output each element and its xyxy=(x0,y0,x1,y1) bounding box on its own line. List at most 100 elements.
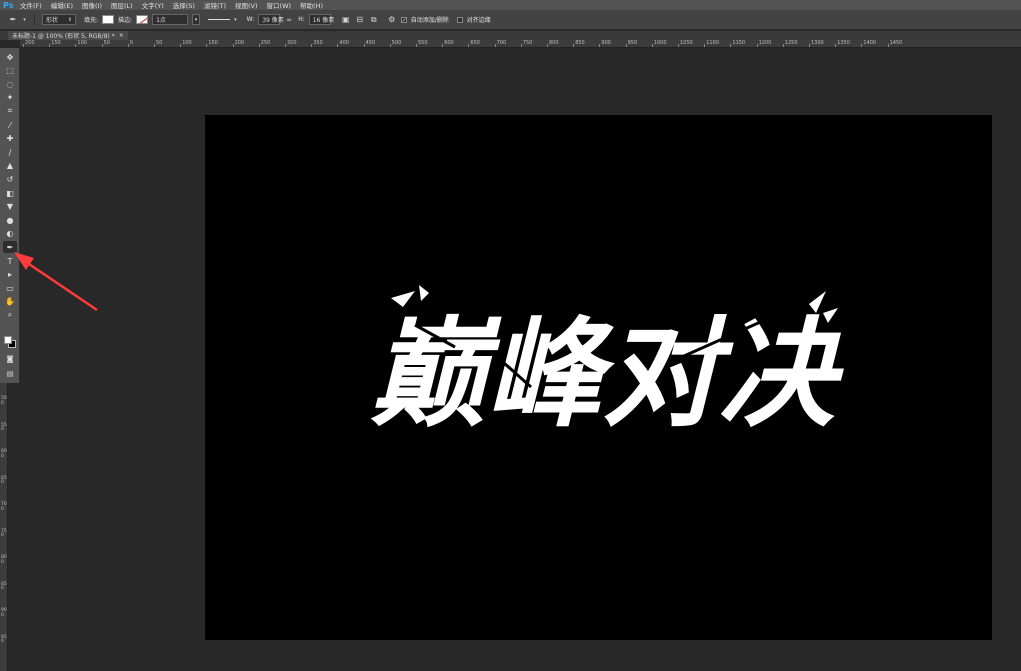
stroke-type-select[interactable] xyxy=(208,15,231,24)
ruler-label: 100 xyxy=(77,40,87,46)
menu-help[interactable]: 帮助(H) xyxy=(300,0,323,10)
mode-select[interactable]: 形状 ⇕ xyxy=(42,14,76,25)
stroke-width-dropdown[interactable]: ▾ xyxy=(192,14,201,25)
ruler-tick xyxy=(416,44,417,47)
ruler-tick xyxy=(363,44,365,47)
vertical-ruler[interactable]: 500 550 600 650 700 750 800 850 900 950 xyxy=(0,383,8,671)
ruler-label: 900 xyxy=(1,608,7,618)
move-tool-icon[interactable]: ✥ xyxy=(3,51,17,63)
updown-icon: ⇕ xyxy=(67,16,72,23)
ruler-tick xyxy=(23,44,24,47)
eraser-tool-icon[interactable]: ◧ xyxy=(3,187,17,199)
menu-select[interactable]: 选择(S) xyxy=(173,0,195,10)
horizontal-ruler[interactable]: 200 150 100 50 0 50 100 150 200 250 300 350 400 450 50… xyxy=(20,40,1021,48)
ruler-tick xyxy=(258,44,260,47)
ruler-label: 1400 xyxy=(863,40,877,46)
shard-shape xyxy=(419,285,429,301)
menu-edit[interactable]: 编辑(E) xyxy=(51,0,73,10)
document-tab[interactable]: 未标题-1 @ 100% (形状 5, RGB/8) * × xyxy=(8,31,128,40)
ruler-tick xyxy=(468,44,470,47)
crop-tool-icon[interactable]: ⌗ xyxy=(3,105,17,117)
screen-mode-icon[interactable]: ▤ xyxy=(3,368,17,380)
ruler-label: 500 xyxy=(1,396,7,406)
rectangle-tool-icon[interactable]: ▭ xyxy=(3,282,17,294)
ruler-tick xyxy=(101,44,103,47)
ruler-label: 750 xyxy=(522,40,533,46)
ruler-tick xyxy=(389,44,391,47)
align-edges-label: 对齐边缘 xyxy=(466,17,491,24)
separator xyxy=(34,13,35,26)
ruler-tick xyxy=(311,44,313,47)
fill-swatch[interactable] xyxy=(102,15,115,24)
menu-layer[interactable]: 图层(L) xyxy=(111,0,133,10)
ruler-tick xyxy=(154,44,155,47)
ruler-label: 550 xyxy=(1,422,7,432)
clone-stamp-tool-icon[interactable]: ▲ xyxy=(3,160,17,172)
stroke-label: 描边: xyxy=(118,17,133,24)
path-operations-icon[interactable]: ▣ xyxy=(341,15,351,25)
options-bar: ✒ ▾ 形状 ⇕ 填充: 描边: 1点 ▾ ▾ W: 39 像素 ∞ H: 16… xyxy=(0,10,1021,30)
ruler-label: 200 xyxy=(234,40,245,46)
ruler-label: 950 xyxy=(627,40,638,46)
blur-tool-icon[interactable]: ● xyxy=(3,214,17,226)
ruler-tick xyxy=(494,44,496,47)
spot-healing-tool-icon[interactable]: ✚ xyxy=(3,133,17,145)
fill-label: 填充: xyxy=(84,17,99,24)
ruler-label: 650 xyxy=(470,40,480,46)
path-arrangement-icon[interactable]: ⧉ xyxy=(369,15,379,25)
menu-image[interactable]: 图像(I) xyxy=(82,0,102,10)
menu-filter[interactable]: 滤镜(T) xyxy=(204,0,226,10)
path-alignment-icon[interactable]: ⊟ xyxy=(355,15,365,25)
type-tool-icon[interactable]: T xyxy=(3,255,17,267)
stroke-width-input[interactable]: 1点 xyxy=(152,14,189,25)
ruler-tick xyxy=(49,44,51,47)
lasso-tool-icon[interactable]: ◌ xyxy=(3,78,17,90)
menu-window[interactable]: 窗口(W) xyxy=(267,0,292,10)
ruler-label: 1200 xyxy=(758,40,772,46)
pen-tool-icon[interactable]: ✒ xyxy=(3,241,17,254)
ruler-label: 350 xyxy=(313,40,323,46)
link-icon[interactable]: ∞ xyxy=(284,15,294,25)
ruler-label: 400 xyxy=(339,40,349,46)
color-swatches[interactable] xyxy=(3,335,17,349)
document-canvas[interactable]: 巅峰对决 xyxy=(205,115,992,640)
ruler-tick xyxy=(573,44,575,47)
gear-icon[interactable]: ⚙ xyxy=(387,15,397,25)
tools-panel: ◙ ▤ ✥ ⬚ ◌ ✦ ⌗ ⁄ ✚ ∕ ▲ ↺ ◧ ▼ ● ◐ ✒ T ▸ ▭ ✋ ⌕ xyxy=(0,48,20,383)
menu-file[interactable]: 文件(F) xyxy=(20,0,42,10)
paint-bucket-tool-icon[interactable]: ▼ xyxy=(3,201,17,213)
ruler-tick xyxy=(651,44,653,47)
width-input[interactable]: 39 像素 xyxy=(258,14,284,25)
marquee-tool-icon[interactable]: ⬚ xyxy=(3,65,17,77)
brush-tool-icon[interactable]: ∕ xyxy=(3,146,17,158)
zoom-tool-icon[interactable]: ⌕ xyxy=(3,309,17,321)
ruler-label: 1050 xyxy=(680,40,693,46)
chevron-down-icon[interactable]: ▾ xyxy=(234,17,237,23)
ruler-label: 550 xyxy=(418,40,428,46)
ruler-label: 1150 xyxy=(732,40,746,46)
ruler-label: 1250 xyxy=(784,40,798,46)
hand-tool-icon[interactable]: ✋ xyxy=(3,296,17,308)
height-input[interactable]: 16 像素 xyxy=(308,14,334,25)
auto-add-delete-checkbox[interactable] xyxy=(400,16,407,23)
quick-mask-icon[interactable]: ◙ xyxy=(3,353,17,365)
ruler-label: 0 xyxy=(129,40,133,46)
ruler-label: 1100 xyxy=(706,40,719,46)
close-icon[interactable]: × xyxy=(119,32,124,39)
eyedropper-tool-icon[interactable]: ⁄ xyxy=(3,119,17,131)
foreground-color-swatch[interactable] xyxy=(4,336,12,344)
stroke-swatch[interactable] xyxy=(136,15,149,24)
dodge-tool-icon[interactable]: ◐ xyxy=(3,228,17,240)
height-value: 16 像素 xyxy=(312,17,335,24)
pen-preset-icon[interactable]: ✒ xyxy=(8,15,18,25)
ruler-label: 450 xyxy=(365,40,376,46)
menu-view[interactable]: 视图(V) xyxy=(235,0,258,10)
history-brush-tool-icon[interactable]: ↺ xyxy=(3,173,17,185)
menu-type[interactable]: 文字(Y) xyxy=(142,0,164,10)
artwork: 巅峰对决 xyxy=(370,285,845,443)
path-select-tool-icon[interactable]: ▸ xyxy=(3,269,17,281)
chevron-down-icon[interactable]: ▾ xyxy=(22,15,27,25)
quick-select-tool-icon[interactable]: ✦ xyxy=(3,92,17,104)
ruler-tick xyxy=(206,44,208,47)
align-edges-checkbox[interactable] xyxy=(456,16,463,23)
